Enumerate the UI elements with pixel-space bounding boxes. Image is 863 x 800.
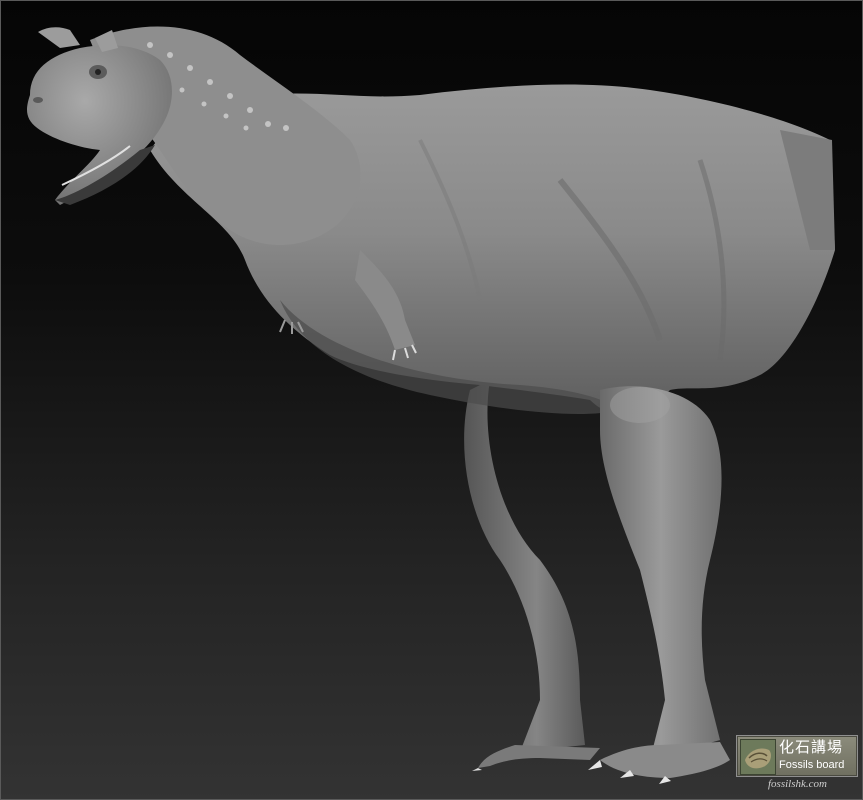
watermark-subtitle: Fossils board	[779, 759, 845, 771]
carnotaurus-model	[27, 26, 835, 784]
watermark-title: 化石講場	[779, 738, 844, 756]
render-viewport: 化石講場 Fossils board fossilshk.com	[0, 0, 863, 800]
fossil-logo-icon	[740, 739, 776, 775]
fossils-board-watermark: 化石講場 Fossils board	[736, 735, 858, 777]
watermark-url: fossilshk.com	[768, 778, 827, 790]
back-leg	[464, 380, 600, 771]
front-leg	[588, 386, 730, 784]
